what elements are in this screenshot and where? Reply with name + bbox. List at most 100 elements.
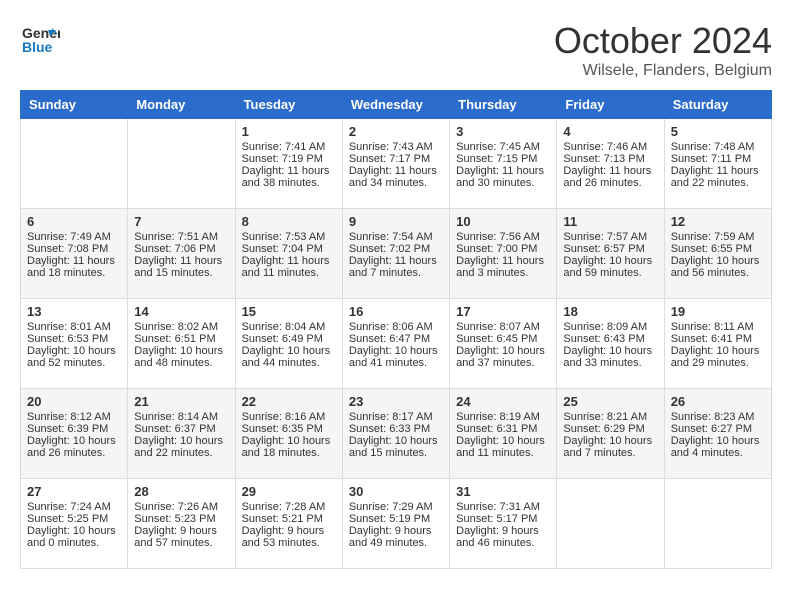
daylight-text: Daylight: 10 hours and 4 minutes. [671, 435, 765, 459]
sunset-text: Sunset: 5:19 PM [349, 513, 443, 525]
calendar-cell: 10Sunrise: 7:56 AMSunset: 7:00 PMDayligh… [450, 209, 557, 299]
sunrise-text: Sunrise: 7:24 AM [27, 501, 121, 513]
sunrise-text: Sunrise: 7:45 AM [456, 141, 550, 153]
daylight-text: Daylight: 10 hours and 41 minutes. [349, 345, 443, 369]
sunrise-text: Sunrise: 7:54 AM [349, 231, 443, 243]
daylight-text: Daylight: 9 hours and 57 minutes. [134, 525, 228, 549]
daylight-text: Daylight: 10 hours and 56 minutes. [671, 255, 765, 279]
day-number: 14 [134, 304, 228, 319]
month-title: October 2024 [554, 20, 772, 62]
day-number: 24 [456, 394, 550, 409]
sunset-text: Sunset: 6:47 PM [349, 333, 443, 345]
sunrise-text: Sunrise: 8:16 AM [242, 411, 336, 423]
calendar-cell: 3Sunrise: 7:45 AMSunset: 7:15 PMDaylight… [450, 119, 557, 209]
calendar-cell: 18Sunrise: 8:09 AMSunset: 6:43 PMDayligh… [557, 299, 664, 389]
calendar-cell: 28Sunrise: 7:26 AMSunset: 5:23 PMDayligh… [128, 479, 235, 569]
day-number: 17 [456, 304, 550, 319]
daylight-text: Daylight: 11 hours and 7 minutes. [349, 255, 443, 279]
title-section: October 2024 Wilsele, Flanders, Belgium [554, 20, 772, 80]
day-number: 6 [27, 214, 121, 229]
sunset-text: Sunset: 7:17 PM [349, 153, 443, 165]
sunset-text: Sunset: 6:43 PM [563, 333, 657, 345]
day-header-tuesday: Tuesday [235, 91, 342, 119]
sunrise-text: Sunrise: 7:48 AM [671, 141, 765, 153]
sunrise-text: Sunrise: 7:57 AM [563, 231, 657, 243]
day-number: 3 [456, 124, 550, 139]
day-header-wednesday: Wednesday [342, 91, 449, 119]
sunrise-text: Sunrise: 8:23 AM [671, 411, 765, 423]
sunrise-text: Sunrise: 7:53 AM [242, 231, 336, 243]
day-number: 2 [349, 124, 443, 139]
calendar-cell: 27Sunrise: 7:24 AMSunset: 5:25 PMDayligh… [21, 479, 128, 569]
day-number: 13 [27, 304, 121, 319]
day-number: 30 [349, 484, 443, 499]
calendar-table: SundayMondayTuesdayWednesdayThursdayFrid… [20, 90, 772, 569]
day-number: 31 [456, 484, 550, 499]
calendar-cell: 1Sunrise: 7:41 AMSunset: 7:19 PMDaylight… [235, 119, 342, 209]
calendar-cell: 24 Sunrise: 8:19 AMSunset: 6:31 PMDayligh… [450, 389, 557, 479]
day-number: 23 [349, 394, 443, 409]
sunset-text: Sunset: 7:08 PM [27, 243, 121, 255]
calendar-cell: 21Sunrise: 8:14 AMSunset: 6:37 PMDayligh… [128, 389, 235, 479]
sunrise-text: Sunrise: 8:02 AM [134, 321, 228, 333]
sunrise-text: Sunrise: 7:56 AM [456, 231, 550, 243]
sunrise-text: Sunrise: 7:28 AM [242, 501, 336, 513]
sunset-text: Sunset: 7:19 PM [242, 153, 336, 165]
calendar-cell: 30Sunrise: 7:29 AMSunset: 5:19 PMDayligh… [342, 479, 449, 569]
calendar-cell: 7Sunrise: 7:51 AMSunset: 7:06 PMDaylight… [128, 209, 235, 299]
sunset-text: Sunset: 6:31 PM [456, 423, 550, 435]
daylight-text: Daylight: 11 hours and 3 minutes. [456, 255, 550, 279]
daylight-text: Daylight: 10 hours and 11 minutes. [456, 435, 550, 459]
sunrise-text: Sunrise: 8:21 AM [563, 411, 657, 423]
calendar-cell: 6Sunrise: 7:49 AMSunset: 7:08 PMDaylight… [21, 209, 128, 299]
sunrise-text: Sunrise: 7:41 AM [242, 141, 336, 153]
sunset-text: Sunset: 6:45 PM [456, 333, 550, 345]
header-row: SundayMondayTuesdayWednesdayThursdayFrid… [21, 91, 772, 119]
daylight-text: Daylight: 10 hours and 59 minutes. [563, 255, 657, 279]
day-header-saturday: Saturday [664, 91, 771, 119]
day-number: 21 [134, 394, 228, 409]
daylight-text: Daylight: 10 hours and 33 minutes. [563, 345, 657, 369]
daylight-text: Daylight: 10 hours and 44 minutes. [242, 345, 336, 369]
sunrise-text: Sunrise: 7:31 AM [456, 501, 550, 513]
daylight-text: Daylight: 10 hours and 15 minutes. [349, 435, 443, 459]
sunset-text: Sunset: 7:04 PM [242, 243, 336, 255]
daylight-text: Daylight: 10 hours and 0 minutes. [27, 525, 121, 549]
daylight-text: Daylight: 10 hours and 22 minutes. [134, 435, 228, 459]
calendar-cell: 2Sunrise: 7:43 AMSunset: 7:17 PMDaylight… [342, 119, 449, 209]
daylight-text: Daylight: 11 hours and 34 minutes. [349, 165, 443, 189]
sunset-text: Sunset: 6:55 PM [671, 243, 765, 255]
day-number: 11 [563, 214, 657, 229]
calendar-cell: 19Sunrise: 8:11 AMSunset: 6:41 PMDayligh… [664, 299, 771, 389]
daylight-text: Daylight: 11 hours and 26 minutes. [563, 165, 657, 189]
calendar-cell: 4Sunrise: 7:46 AMSunset: 7:13 PMDaylight… [557, 119, 664, 209]
sunrise-text: Sunrise: 7:59 AM [671, 231, 765, 243]
logo: General Blue [20, 20, 60, 65]
sunset-text: Sunset: 6:49 PM [242, 333, 336, 345]
sunrise-text: Sunrise: 8:17 AM [349, 411, 443, 423]
logo-icon: General Blue [20, 20, 60, 60]
calendar-cell: 16Sunrise: 8:06 AMSunset: 6:47 PMDayligh… [342, 299, 449, 389]
day-number: 12 [671, 214, 765, 229]
calendar-cell [21, 119, 128, 209]
calendar-cell: 26Sunrise: 8:23 AMSunset: 6:27 PMDayligh… [664, 389, 771, 479]
day-header-thursday: Thursday [450, 91, 557, 119]
calendar-cell [128, 119, 235, 209]
calendar-cell: 14Sunrise: 8:02 AMSunset: 6:51 PMDayligh… [128, 299, 235, 389]
sunrise-text: Sunrise: 8:09 AM [563, 321, 657, 333]
daylight-text: Daylight: 9 hours and 53 minutes. [242, 525, 336, 549]
sunset-text: Sunset: 6:41 PM [671, 333, 765, 345]
week-row-4: 20Sunrise: 8:12 AMSunset: 6:39 PMDayligh… [21, 389, 772, 479]
calendar-cell: 25Sunrise: 8:21 AMSunset: 6:29 PMDayligh… [557, 389, 664, 479]
day-number: 27 [27, 484, 121, 499]
calendar-cell: 15Sunrise: 8:04 AMSunset: 6:49 PMDayligh… [235, 299, 342, 389]
day-number: 4 [563, 124, 657, 139]
calendar-cell [664, 479, 771, 569]
week-row-5: 27Sunrise: 7:24 AMSunset: 5:25 PMDayligh… [21, 479, 772, 569]
sunset-text: Sunset: 6:51 PM [134, 333, 228, 345]
sunrise-text: Sunrise: 8:04 AM [242, 321, 336, 333]
day-number: 29 [242, 484, 336, 499]
sunrise-text: Sunrise: 7:49 AM [27, 231, 121, 243]
sunset-text: Sunset: 7:11 PM [671, 153, 765, 165]
sunrise-text: Sunrise: 8:19 AM [456, 411, 550, 423]
